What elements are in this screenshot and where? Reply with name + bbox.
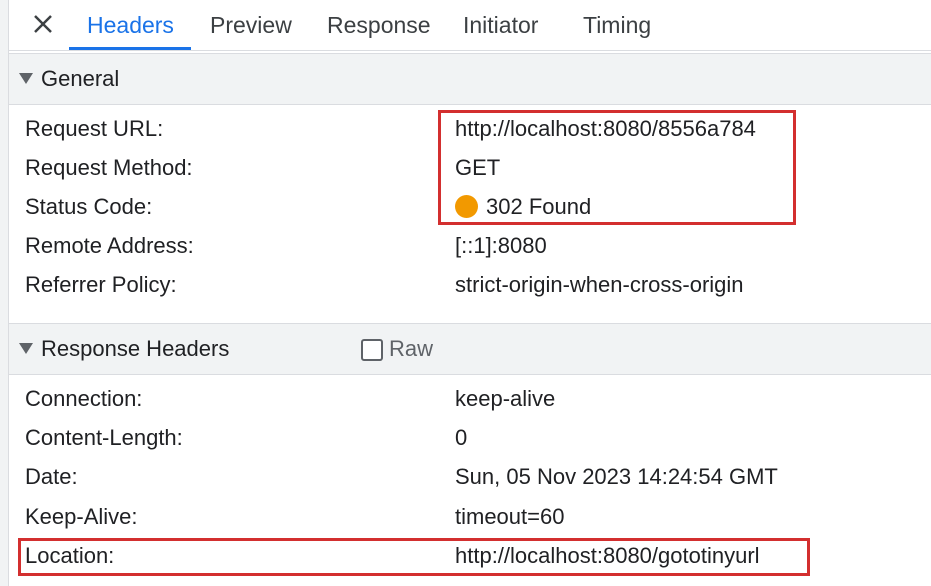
header-key: Keep-Alive: <box>25 504 138 529</box>
header-key: Referrer Policy: <box>25 272 177 297</box>
tab-bar: Headers Preview Response Initiator Timin… <box>9 0 931 51</box>
triangle-down-icon <box>19 73 33 84</box>
header-key: Status Code: <box>25 194 153 219</box>
general-row-referrer-policy: Referrer Policy: strict-origin-when-cros… <box>25 265 905 304</box>
response-row-keep-alive: Keep-Alive: timeout=60 <box>25 497 905 536</box>
raw-checkbox-label[interactable]: Raw <box>361 324 433 374</box>
response-row-location: Location: http://localhost:8080/gototiny… <box>25 536 905 575</box>
response-row-content-length: Content-Length: 0 <box>25 418 905 457</box>
header-value: Sun, 05 Nov 2023 14:24:54 GMT <box>455 464 778 489</box>
response-headers-section-header[interactable]: Response Headers Raw <box>9 323 931 375</box>
header-value: 302 Found <box>455 187 591 226</box>
header-value: [::1]:8080 <box>455 233 547 258</box>
status-dot-icon <box>455 195 478 218</box>
raw-checkbox[interactable] <box>361 339 383 361</box>
general-section-header[interactable]: General <box>9 53 931 105</box>
header-value: http://localhost:8080/8556a784 <box>455 116 756 141</box>
tab-timing[interactable]: Timing <box>583 0 651 50</box>
response-headers-title: Response Headers <box>41 336 230 361</box>
header-key: Remote Address: <box>25 233 194 258</box>
general-row-request-url: Request URL: http://localhost:8080/8556a… <box>25 109 905 148</box>
tab-preview[interactable]: Preview <box>210 0 292 50</box>
response-row-connection: Connection: keep-alive <box>25 379 905 418</box>
header-value: GET <box>455 155 501 180</box>
tab-headers[interactable]: Headers <box>87 0 174 50</box>
header-key: Date: <box>25 464 78 489</box>
general-title: General <box>41 66 120 91</box>
tab-initiator[interactable]: Initiator <box>463 0 538 50</box>
response-row-date: Date: Sun, 05 Nov 2023 14:24:54 GMT <box>25 457 905 496</box>
left-panel-edge <box>0 0 9 586</box>
header-key: Content-Length: <box>25 425 183 450</box>
status-text: 302 Found <box>486 194 592 219</box>
header-value: keep-alive <box>455 386 556 411</box>
general-row-status-code: Status Code: 302 Found <box>25 187 905 226</box>
header-key: Connection: <box>25 386 143 411</box>
triangle-down-icon <box>19 343 33 354</box>
header-key: Request Method: <box>25 155 193 180</box>
header-value: strict-origin-when-cross-origin <box>455 272 744 297</box>
header-value: http://localhost:8080/gototinyurl <box>455 543 760 568</box>
tab-response[interactable]: Response <box>327 0 431 50</box>
general-row-request-method: Request Method: GET <box>25 148 905 187</box>
active-tab-indicator <box>69 47 191 50</box>
general-toggle[interactable]: General <box>19 54 119 104</box>
header-value: 0 <box>455 425 468 450</box>
raw-label: Raw <box>389 336 434 361</box>
header-key: Request URL: <box>25 116 164 141</box>
response-headers-toggle[interactable]: Response Headers <box>19 324 229 374</box>
close-icon[interactable] <box>29 10 57 38</box>
general-row-remote-address: Remote Address: [::1]:8080 <box>25 226 905 265</box>
header-key: Location: <box>25 543 115 568</box>
header-value: timeout=60 <box>455 504 565 529</box>
